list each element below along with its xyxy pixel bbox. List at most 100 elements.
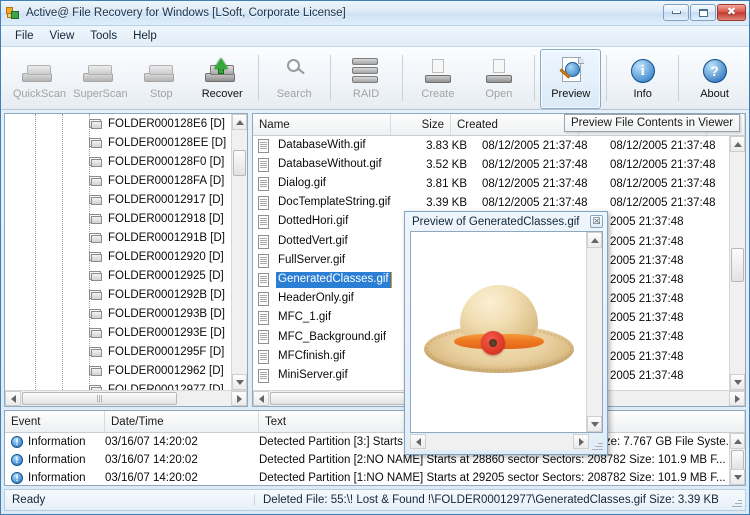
tree-item-label: FOLDER0001293B [D] xyxy=(108,308,225,320)
folder-icon xyxy=(89,232,103,243)
toolbar-button-create[interactable]: Create xyxy=(407,49,468,109)
open-image-icon xyxy=(478,55,520,87)
log-column-header-event[interactable]: Event xyxy=(5,411,105,432)
preview-resize-grip[interactable] xyxy=(591,439,603,451)
toolbar-button-search[interactable]: Search xyxy=(264,49,325,109)
event-log-body[interactable]: !Information03/16/07 14:20:02Detected Pa… xyxy=(5,433,745,485)
preview-scroll-right-button[interactable] xyxy=(573,434,589,449)
toolbar-button-quickscan[interactable]: QuickScan xyxy=(9,49,70,109)
file-row[interactable]: DatabaseWithout.gif3.52 KB08/12/2005 21:… xyxy=(253,155,729,174)
log-row[interactable]: !Information03/16/07 14:20:02Detected Pa… xyxy=(5,433,729,451)
tree-item[interactable]: FOLDER000128EE [D] xyxy=(5,133,231,152)
toolbar-button-info[interactable]: i Info xyxy=(612,49,673,109)
file-row[interactable]: Dialog.gif3.81 KB08/12/2005 21:37:4808/1… xyxy=(253,174,729,193)
preview-scroll-left-button[interactable] xyxy=(410,434,426,449)
tree-hscroll-thumb[interactable]: ||| xyxy=(22,392,177,405)
log-vertical-scrollbar[interactable] xyxy=(729,433,745,485)
file-icon xyxy=(258,311,271,325)
preview-vertical-scrollbar[interactable] xyxy=(586,232,602,432)
file-name-label: DatabaseWithout.gif xyxy=(276,157,384,173)
log-row[interactable]: !Information03/16/07 14:20:02Detected Pa… xyxy=(5,451,729,469)
preview-window-footer xyxy=(410,434,603,451)
tree-item-label: FOLDER000128E6 [D] xyxy=(108,118,225,130)
file-name-label: GeneratedClasses.gif xyxy=(276,272,391,288)
tree-item[interactable]: FOLDER00012920 [D] xyxy=(5,247,231,266)
list-scroll-left-button[interactable] xyxy=(253,391,269,406)
log-scroll-down-button[interactable] xyxy=(730,469,745,485)
toolbar-button-recover[interactable]: Recover xyxy=(192,49,253,109)
list-vertical-scrollbar[interactable] xyxy=(729,136,745,390)
preview-scroll-up-button[interactable] xyxy=(587,232,602,248)
tree-item[interactable]: FOLDER000128F0 [D] xyxy=(5,152,231,171)
tree-scroll-left-button[interactable] xyxy=(5,391,21,406)
toolbar-button-superscan[interactable]: SuperScan xyxy=(70,49,131,109)
minimize-button[interactable] xyxy=(663,4,689,21)
toolbar-label-stop: Stop xyxy=(150,88,173,100)
tree-scroll-down-button[interactable] xyxy=(232,374,247,390)
tree-item[interactable]: FOLDER000128FA [D] xyxy=(5,171,231,190)
log-row[interactable]: !Information03/16/07 14:20:02Detected Pa… xyxy=(5,469,729,485)
toolbar-button-raid[interactable]: RAID xyxy=(336,49,397,109)
folder-tree-pane: FOLDER000128E6 [D] FOLDER000128EE [D] FOLD… xyxy=(4,113,248,407)
info-icon: i xyxy=(622,55,664,87)
log-column-header-datetime[interactable]: Date/Time xyxy=(105,411,259,432)
tree-item[interactable]: FOLDER0001292B [D] xyxy=(5,285,231,304)
tree-item[interactable]: FOLDER00012962 [D] xyxy=(5,361,231,380)
file-row[interactable]: DatabaseWith.gif3.83 KB08/12/2005 21:37:… xyxy=(253,136,729,155)
column-header-size[interactable]: Size xyxy=(391,114,451,135)
tree-item[interactable]: FOLDER0001295F [D] xyxy=(5,342,231,361)
file-icon xyxy=(258,177,271,191)
tree-vertical-scrollbar[interactable] xyxy=(231,114,247,390)
tree-item[interactable]: FOLDER0001293B [D] xyxy=(5,304,231,323)
tree-scroll-thumb[interactable] xyxy=(233,150,246,176)
tree-item[interactable]: FOLDER0001293E [D] xyxy=(5,323,231,342)
tree-horizontal-scrollbar[interactable]: ||| xyxy=(5,390,247,406)
file-row[interactable]: DocTemplateString.gif3.39 KB08/12/2005 2… xyxy=(253,194,729,213)
list-scroll-down-button[interactable] xyxy=(730,374,745,390)
list-scroll-thumb[interactable] xyxy=(731,248,744,282)
file-name-label: FullServer.gif xyxy=(276,253,347,269)
toolbar-button-about[interactable]: ? About xyxy=(684,49,745,109)
tree-item-label: FOLDER000128EE [D] xyxy=(108,137,226,149)
file-name-label: DatabaseWith.gif xyxy=(276,138,368,154)
toolbar-button-stop[interactable]: Stop xyxy=(131,49,192,109)
straw-hat-image xyxy=(424,277,574,387)
menu-help[interactable]: Help xyxy=(125,28,165,44)
menu-view[interactable]: View xyxy=(42,28,83,44)
tree-item[interactable]: FOLDER00012977 [D] xyxy=(5,380,231,390)
tree-item[interactable]: FOLDER000128E6 [D] xyxy=(5,114,231,133)
window-resize-grip[interactable] xyxy=(731,497,742,508)
tree-item[interactable]: FOLDER00012925 [D] xyxy=(5,266,231,285)
preview-close-icon[interactable]: ☒ xyxy=(590,215,603,228)
tree-item[interactable]: FOLDER00012917 [D] xyxy=(5,190,231,209)
log-event-cell: !Information xyxy=(5,454,105,466)
list-scroll-right-button[interactable] xyxy=(729,391,745,406)
tree-scroll-up-button[interactable] xyxy=(232,114,247,130)
tree-scroll-right-button[interactable] xyxy=(231,391,247,406)
information-icon: ! xyxy=(11,436,23,448)
file-icon xyxy=(258,196,271,210)
close-button[interactable]: ✖ xyxy=(717,4,746,21)
folder-tree[interactable]: FOLDER000128E6 [D] FOLDER000128EE [D] FOLD… xyxy=(5,114,247,390)
tree-item[interactable]: FOLDER0001291B [D] xyxy=(5,228,231,247)
menu-file[interactable]: File xyxy=(7,28,42,44)
column-header-name[interactable]: Name xyxy=(253,114,391,135)
log-scroll-up-button[interactable] xyxy=(730,433,745,449)
tree-item[interactable]: FOLDER00012918 [D] xyxy=(5,209,231,228)
toolbar-separator xyxy=(606,55,607,101)
toolbar-button-preview[interactable]: Preview xyxy=(540,49,601,109)
menu-tools[interactable]: Tools xyxy=(82,28,125,44)
preview-horizontal-scrollbar[interactable] xyxy=(410,434,589,450)
maximize-button[interactable] xyxy=(690,4,716,21)
preview-window[interactable]: Preview of GeneratedClasses.gif ☒ xyxy=(404,211,608,455)
toolbar-button-open[interactable]: Open xyxy=(468,49,529,109)
log-datetime-cell: 03/16/07 14:20:02 xyxy=(105,454,259,466)
list-scroll-up-button[interactable] xyxy=(730,136,745,152)
log-scroll-thumb[interactable] xyxy=(731,450,744,470)
status-detail-text: Deleted File: 55:\! Lost & Found !\FOLDE… xyxy=(255,494,745,506)
column-header-created[interactable]: Created xyxy=(451,114,579,135)
preview-window-titlebar[interactable]: Preview of GeneratedClasses.gif ☒ xyxy=(405,212,607,231)
preview-scroll-down-button[interactable] xyxy=(587,416,602,432)
file-name-label: DottedVert.gif xyxy=(276,234,350,250)
file-name-label: MiniServer.gif xyxy=(276,368,350,384)
